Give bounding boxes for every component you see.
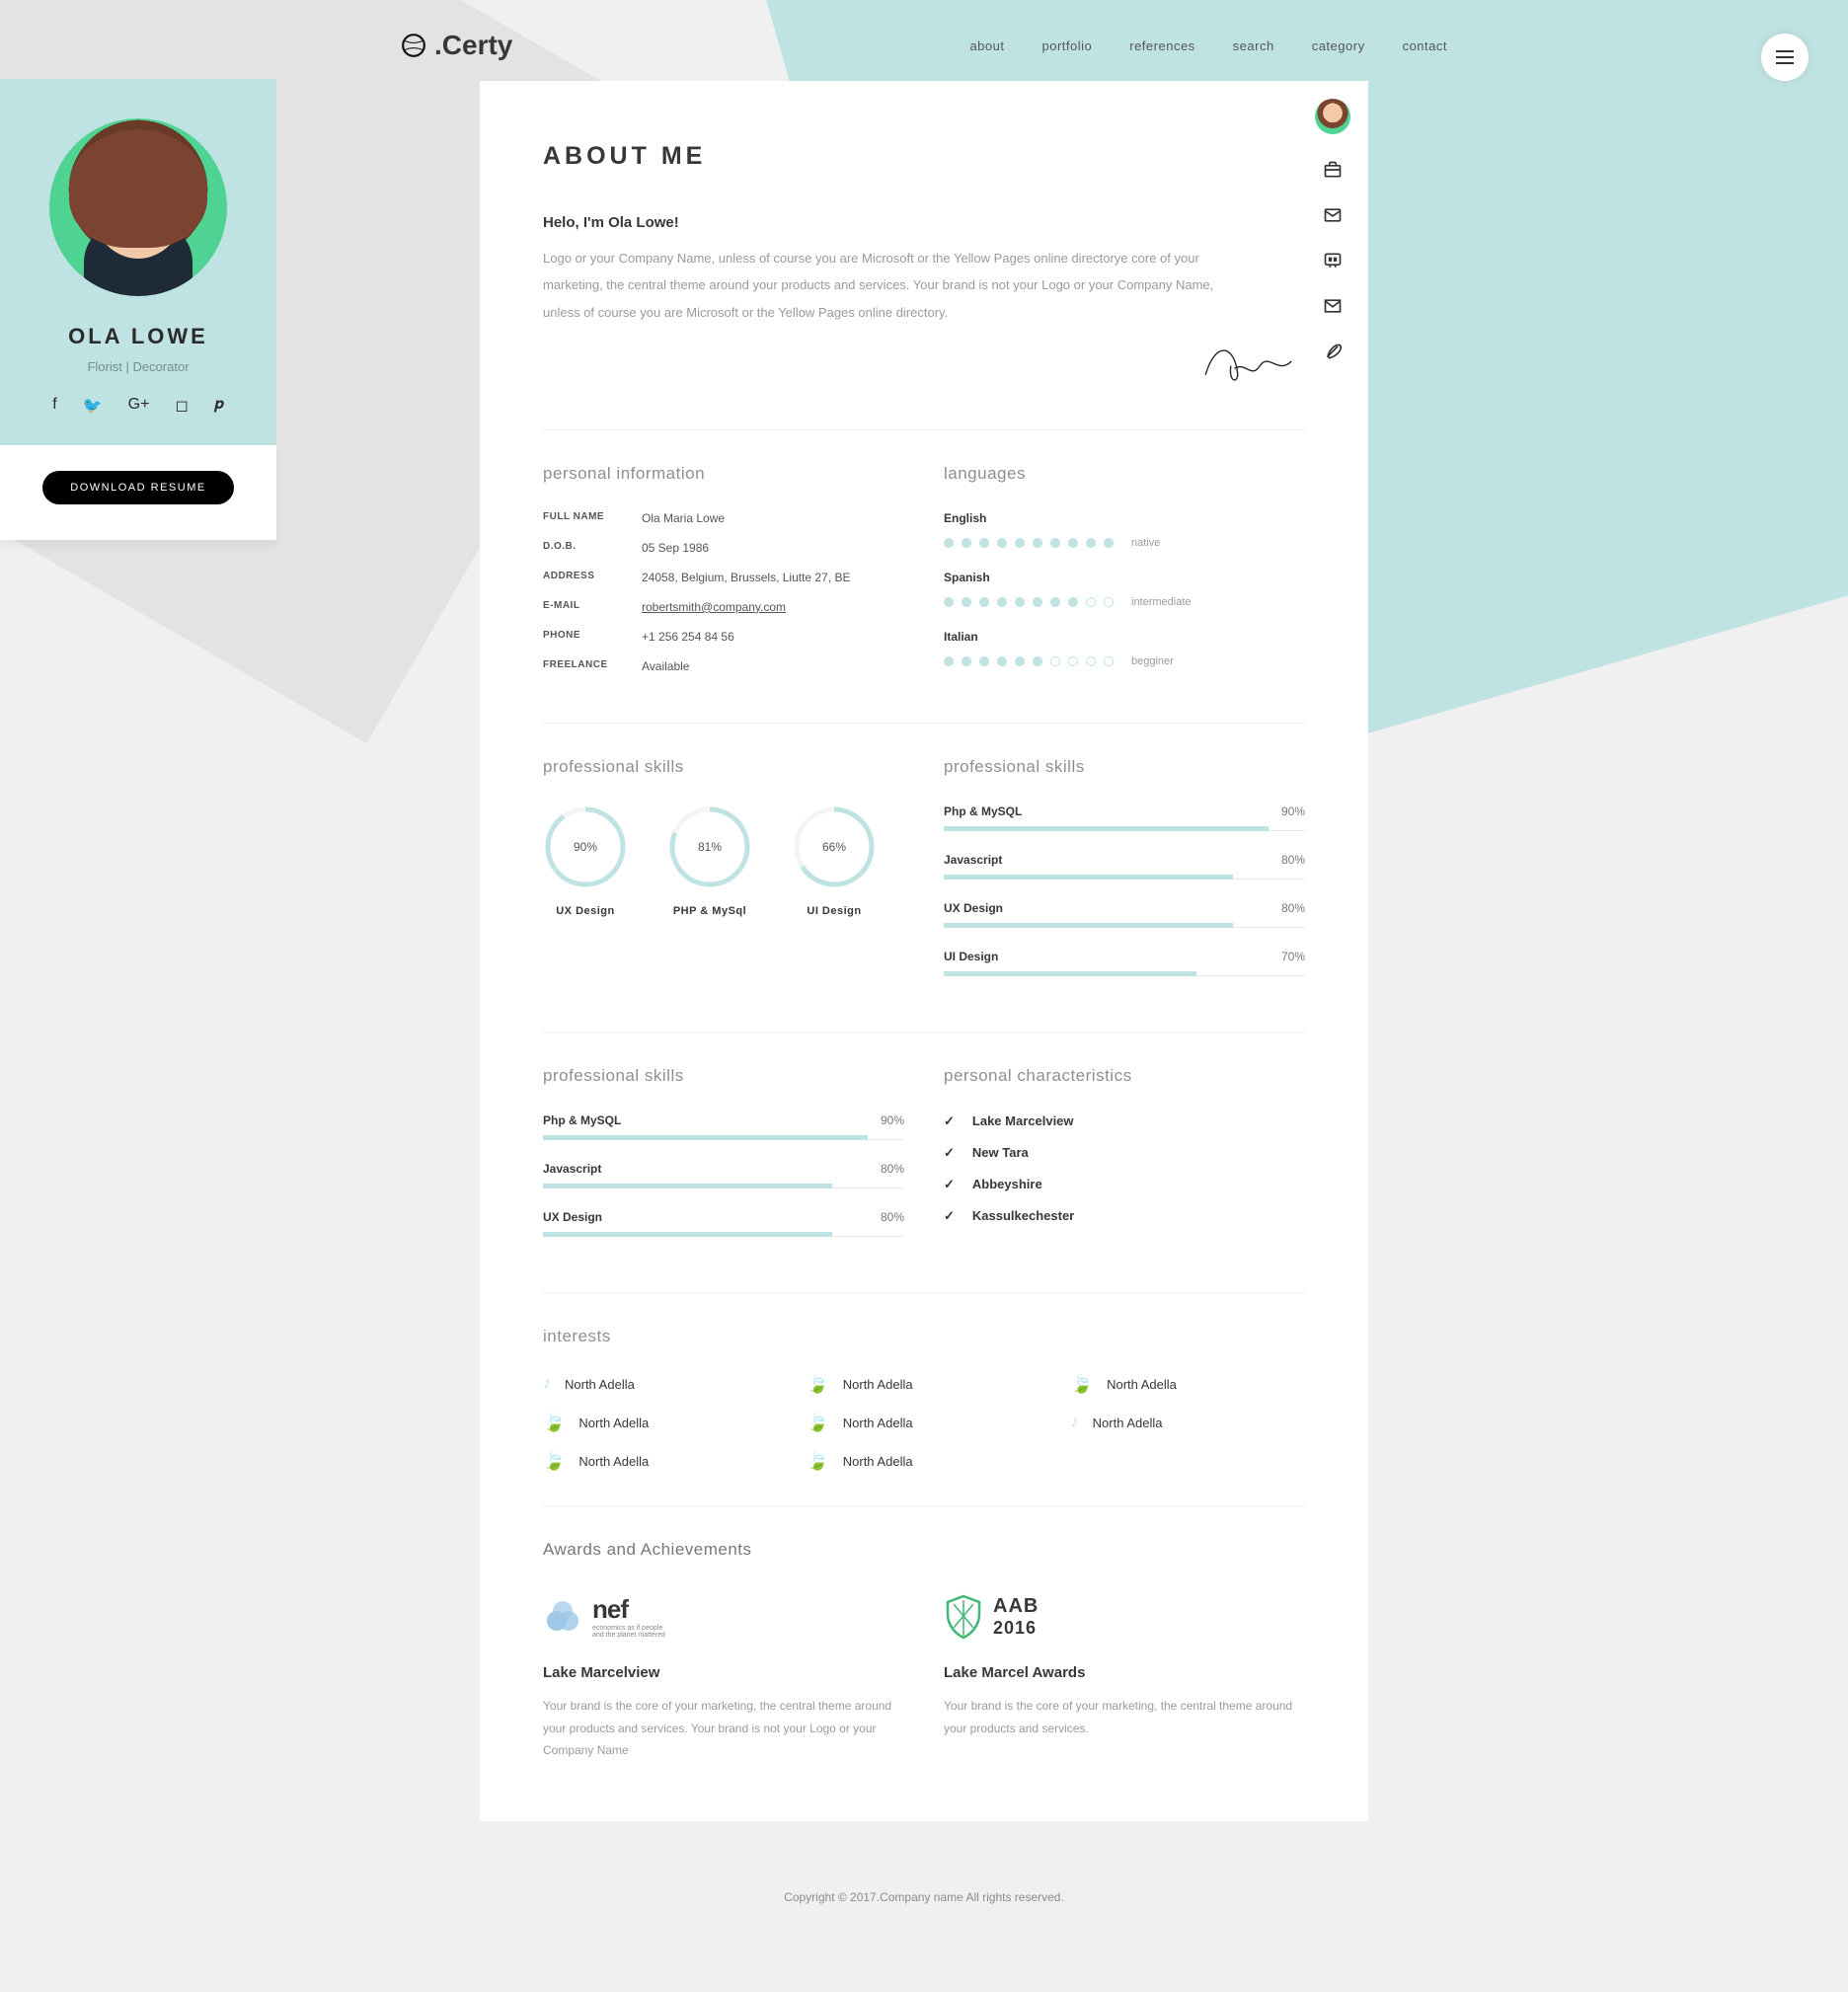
info-row: E-MAILrobertsmith@company.com — [543, 600, 904, 614]
nav-about[interactable]: about — [969, 38, 1004, 53]
language-item: Englishnative — [944, 511, 1305, 549]
instagram-icon[interactable]: ◻ — [175, 396, 188, 416]
mail-check-icon[interactable] — [1323, 205, 1343, 225]
language-item: Spanishintermediate — [944, 571, 1305, 608]
envelope-icon[interactable] — [1323, 296, 1343, 316]
award-item: AAB2016Lake Marcel AwardsYour brand is t… — [944, 1587, 1305, 1762]
leaf-icon: 🍃 — [807, 1451, 828, 1472]
info-row: PHONE+1 256 254 84 56 — [543, 630, 904, 644]
leaf-icon: 🍃 — [543, 1451, 565, 1472]
leaf-icon: 🍃 — [807, 1413, 828, 1433]
brand-logo[interactable]: .Certy — [401, 30, 512, 61]
awards-heading: Awards and Achievements — [543, 1540, 1305, 1560]
interest-item: 🍃North Adella — [543, 1413, 777, 1433]
music-icon: ♪ — [1071, 1414, 1079, 1431]
circle-skill: 66%UI Design — [792, 804, 877, 917]
email-link[interactable]: robertsmith@company.com — [642, 600, 786, 614]
profile-name: OLA LOWE — [20, 324, 257, 349]
bar-skill: Php & MySQL90% — [944, 804, 1305, 831]
characteristic-item: Kassulkechester — [944, 1208, 1305, 1224]
circle-skill: 81%PHP & MySql — [667, 804, 752, 917]
bar-skill: Javascript80% — [944, 853, 1305, 880]
interest-item: ♪North Adella — [1071, 1413, 1305, 1433]
characteristic-item: New Tara — [944, 1145, 1305, 1161]
intro-greeting: Helo, I'm Ola Lowe! — [543, 214, 1305, 231]
info-row: FREELANCEAvailable — [543, 659, 904, 673]
bar-skill: UX Design80% — [543, 1210, 904, 1237]
characteristic-item: Lake Marcelview — [944, 1113, 1305, 1129]
circle-skill: 90%UX Design — [543, 804, 628, 917]
award-item: nefeconomics as if peopleand the planet … — [543, 1587, 904, 1762]
personal-heading: personal information — [543, 464, 904, 484]
languages-heading: languages — [944, 464, 1305, 484]
language-item: Italianbegginer — [944, 630, 1305, 667]
interest-item: 🍃North Adella — [807, 1374, 1040, 1395]
profile-card: OLA LOWE Florist | Decorator f 🐦 G+ ◻ 𝒑 … — [0, 79, 276, 540]
facebook-icon[interactable]: f — [52, 396, 56, 416]
download-resume-button[interactable]: DOWNLOAD RESUME — [42, 471, 233, 504]
brand-name: .Certy — [434, 30, 512, 61]
main-nav: about portfolio references search category co… — [969, 38, 1447, 53]
bar-skill: UI Design70% — [944, 950, 1305, 976]
twitter-icon[interactable]: 🐦 — [83, 396, 103, 416]
interest-item: ♪North Adella — [543, 1374, 777, 1395]
hamburger-menu-button[interactable] — [1761, 34, 1809, 81]
leaf-icon: 🍃 — [543, 1413, 565, 1433]
pinterest-icon[interactable]: 𝒑 — [214, 396, 224, 416]
music-icon: ♪ — [543, 1375, 551, 1393]
content-card: ABOUT ME Helo, I'm Ola Lowe! Logo or you… — [480, 81, 1368, 1821]
section-rail — [1315, 99, 1350, 361]
info-row: D.O.B.05 Sep 1986 — [543, 541, 904, 555]
bar-skills-a-heading: professional skills — [944, 757, 1305, 777]
quote-icon[interactable] — [1323, 251, 1343, 270]
interest-item: 🍃North Adella — [807, 1413, 1040, 1433]
interest-item: 🍃North Adella — [1071, 1374, 1305, 1395]
nav-category[interactable]: category — [1312, 38, 1365, 53]
characteristic-item: Abbeyshire — [944, 1177, 1305, 1192]
circle-skills-heading: professional skills — [543, 757, 904, 777]
intro-body: Logo or your Company Name, unless of cou… — [543, 245, 1254, 326]
bar-skill: Php & MySQL90% — [543, 1113, 904, 1140]
info-row: ADDRESS24058, Belgium, Brussels, Liutte … — [543, 571, 904, 584]
interest-item: 🍃North Adella — [807, 1451, 1040, 1472]
social-links: f 🐦 G+ ◻ 𝒑 — [20, 396, 257, 416]
rail-avatar-icon[interactable] — [1315, 99, 1350, 134]
googleplus-icon[interactable]: G+ — [128, 396, 150, 416]
info-row: FULL NAMEOla Maria Lowe — [543, 511, 904, 525]
leaf-icon: 🍃 — [1071, 1374, 1093, 1395]
award-logo: nefeconomics as if peopleand the planet … — [543, 1587, 904, 1647]
bar-skill: UX Design80% — [944, 901, 1305, 928]
leaf-icon: 🍃 — [807, 1374, 828, 1395]
award-logo: AAB2016 — [944, 1587, 1305, 1647]
signature — [543, 332, 1305, 396]
bar-skill: Javascript80% — [543, 1162, 904, 1188]
feather-icon[interactable] — [1323, 342, 1343, 361]
avatar — [49, 118, 227, 296]
briefcase-icon[interactable] — [1323, 160, 1343, 180]
nav-references[interactable]: references — [1129, 38, 1194, 53]
bar-skills-b-heading: professional skills — [543, 1066, 904, 1086]
interests-heading: interests — [543, 1327, 1305, 1346]
characteristics-heading: personal characteristics — [944, 1066, 1305, 1086]
profile-role: Florist | Decorator — [20, 359, 257, 374]
nav-contact[interactable]: contact — [1403, 38, 1447, 53]
page-footer: Copyright © 2017.Company name All rights… — [0, 1861, 1848, 1954]
nav-portfolio[interactable]: portfolio — [1042, 38, 1093, 53]
interest-item: 🍃North Adella — [543, 1451, 777, 1472]
page-title: ABOUT ME — [543, 142, 1305, 171]
nav-search[interactable]: search — [1233, 38, 1274, 53]
